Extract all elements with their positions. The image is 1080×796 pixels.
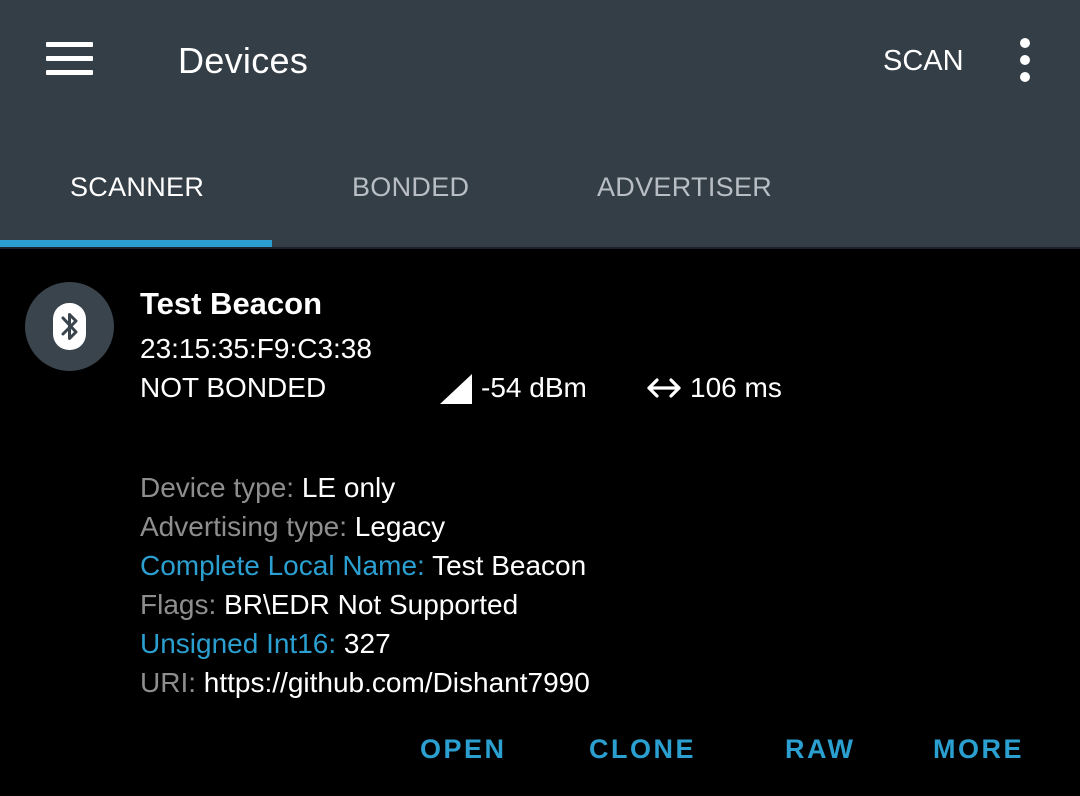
device-address: 23:15:35:F9:C3:38	[140, 333, 372, 364]
scan-button[interactable]: SCAN	[883, 45, 964, 78]
tab-advertiser[interactable]: ADVERTISER	[597, 172, 772, 203]
tab-indicator	[0, 240, 272, 247]
detail-unsigned-int16: Unsigned Int16: 327	[140, 624, 590, 663]
detail-value: LE only	[301, 472, 396, 503]
detail-advertising-type: Advertising type: Legacy	[140, 507, 590, 546]
detail-flags: Flags: BR\EDR Not Supported	[140, 585, 590, 624]
detail-value: Legacy	[354, 511, 446, 542]
tab-scanner[interactable]: SCANNER	[70, 172, 204, 203]
detail-label: Advertising type:	[140, 511, 347, 542]
detail-label: Unsigned Int16:	[140, 628, 337, 659]
detail-complete-local-name: Complete Local Name: Test Beacon	[140, 546, 590, 585]
detail-device-type: Device type: LE only	[140, 468, 590, 507]
clone-button[interactable]: CLONE	[589, 734, 696, 765]
device-card[interactable]: Test Beacon 23:15:35:F9:C3:38 NOT BONDED…	[0, 249, 1080, 796]
rssi-value: -54 dBm	[481, 372, 587, 403]
more-button[interactable]: MORE	[933, 734, 1024, 765]
tab-bonded[interactable]: BONDED	[352, 172, 469, 203]
detail-uri: URI: https://github.com/Dishant7990	[140, 663, 590, 702]
raw-button[interactable]: RAW	[785, 734, 856, 765]
detail-label: Flags:	[140, 589, 217, 620]
advertising-interval: 106 ms	[690, 372, 782, 403]
detail-label: URI:	[140, 667, 196, 698]
detail-value: Test Beacon	[432, 550, 587, 581]
tab-bar: SCANNER BONDED ADVERTISER	[0, 150, 1080, 248]
open-button[interactable]: OPEN	[420, 734, 507, 765]
interval-arrows-icon	[647, 378, 681, 398]
bluetooth-icon	[53, 303, 86, 350]
detail-value: https://github.com/Dishant7990	[203, 667, 590, 698]
device-name: Test Beacon	[140, 286, 323, 321]
detail-label: Complete Local Name:	[140, 550, 425, 581]
signal-strength-icon	[440, 374, 472, 404]
advertisement-details: Device type: LE only Advertising type: L…	[140, 468, 590, 702]
bond-state: NOT BONDED	[140, 372, 327, 403]
page-title: Devices	[178, 40, 309, 81]
device-avatar	[25, 282, 114, 371]
detail-value: BR\EDR Not Supported	[224, 589, 519, 620]
app-bar: Devices SCAN SCANNER BONDED ADVERTISER	[0, 0, 1080, 248]
hamburger-menu-icon[interactable]	[46, 42, 93, 76]
detail-label: Device type:	[140, 472, 295, 503]
detail-value: 327	[343, 628, 391, 659]
more-vertical-icon[interactable]	[1008, 38, 1042, 82]
